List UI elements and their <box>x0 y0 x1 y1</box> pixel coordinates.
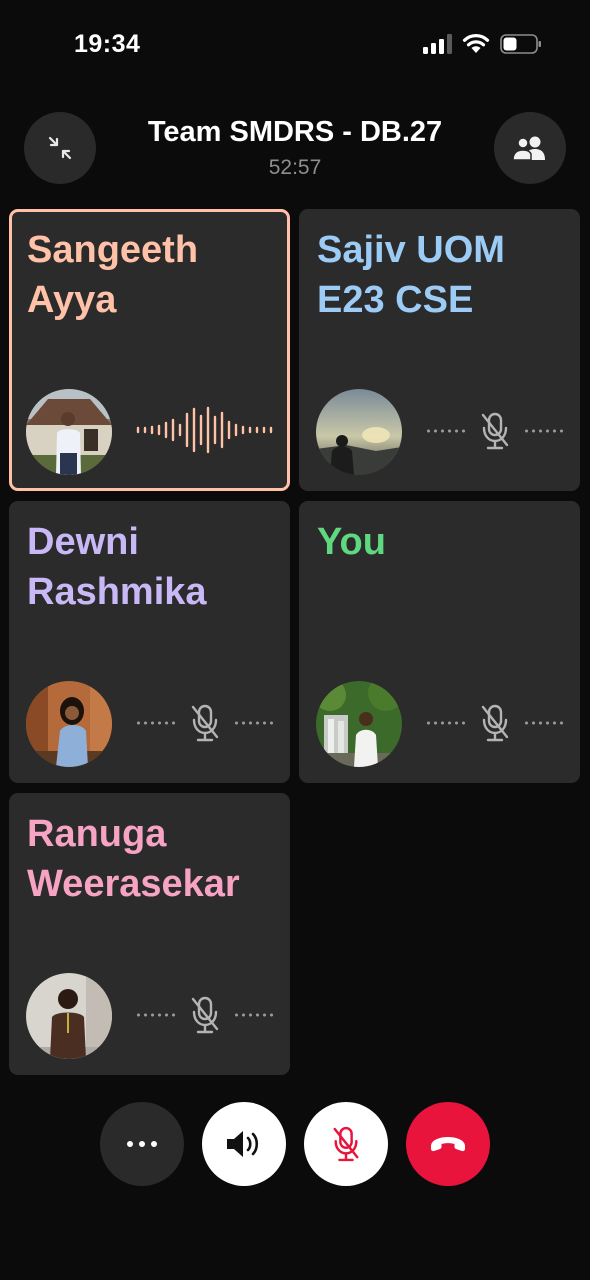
speaker-icon <box>227 1131 259 1157</box>
wifi-icon <box>462 34 490 53</box>
mic-off-icon <box>481 412 509 450</box>
end-call-button[interactable] <box>406 1102 490 1186</box>
end-call-icon <box>431 1137 465 1152</box>
more-options-button[interactable] <box>100 1102 184 1186</box>
more-icon <box>127 1141 157 1147</box>
call-title: Team SMDRS - DB.27 <box>147 116 443 148</box>
mic-off-icon <box>333 1126 359 1162</box>
minimize-icon <box>48 136 72 160</box>
participant-tile[interactable]: You <box>299 501 580 783</box>
mic-off-icon <box>481 704 509 742</box>
avatar <box>26 681 112 767</box>
participant-tile[interactable]: Sangeeth Ayya <box>9 209 290 491</box>
participants-icon <box>512 136 545 161</box>
avatar <box>316 389 402 475</box>
dots-divider <box>233 1013 275 1017</box>
minimize-button[interactable] <box>24 112 96 184</box>
speaker-button[interactable] <box>202 1102 286 1186</box>
status-bar: 19:34 <box>0 0 590 90</box>
participant-name: Sajiv UOM E23 CSE <box>317 229 505 321</box>
mic-off-icon <box>191 704 219 742</box>
dots-divider <box>523 721 565 725</box>
dots-divider <box>425 721 467 725</box>
status-time: 19:34 <box>74 30 141 58</box>
participant-name: Ranuga Weerasekar <box>27 813 240 905</box>
avatar <box>26 973 112 1059</box>
battery-icon <box>500 34 541 54</box>
participant-tile[interactable]: Ranuga Weerasekar <box>9 793 290 1075</box>
mic-off-icon <box>191 996 219 1034</box>
participant-name: Dewni Rashmika <box>27 521 207 613</box>
dots-divider <box>135 721 177 725</box>
mute-toggle-button[interactable] <box>304 1102 388 1186</box>
avatar <box>26 389 112 475</box>
dots-divider <box>425 429 467 433</box>
cellular-signal-icon <box>423 34 452 54</box>
muted-indicator <box>425 409 565 453</box>
dots-divider <box>523 429 565 433</box>
avatar <box>316 681 402 767</box>
muted-indicator <box>425 701 565 745</box>
muted-indicator <box>135 993 275 1037</box>
participant-name: Sangeeth Ayya <box>27 229 199 321</box>
dots-divider <box>135 1013 177 1017</box>
muted-indicator <box>135 701 275 745</box>
dots-divider <box>233 721 275 725</box>
call-duration: 52:57 <box>268 156 322 179</box>
audio-waveform-icon <box>136 406 273 454</box>
participant-name: You <box>317 521 386 563</box>
participant-tile[interactable]: Sajiv UOM E23 CSE <box>299 209 580 491</box>
participant-tile[interactable]: Dewni Rashmika <box>9 501 290 783</box>
participants-button[interactable] <box>494 112 566 184</box>
